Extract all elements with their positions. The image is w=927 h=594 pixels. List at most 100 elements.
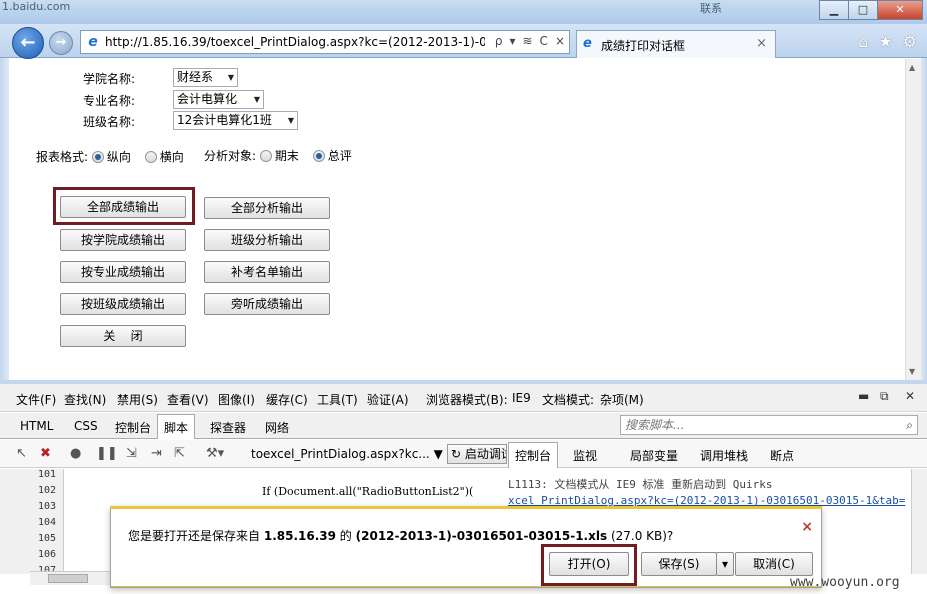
step-out-icon[interactable]: ⇱: [174, 446, 185, 461]
clear-icon[interactable]: ✖: [40, 446, 51, 461]
step-into-icon[interactable]: ⇲: [126, 446, 137, 461]
dialog-accent-line: [110, 506, 822, 509]
menu-validate[interactable]: 验证(A): [367, 391, 409, 408]
scroll-up-icon[interactable]: ▲: [909, 63, 915, 72]
subtab-watch[interactable]: 监视: [573, 447, 597, 464]
all-scores-button[interactable]: 全部成绩输出: [60, 196, 186, 218]
menu-images[interactable]: 图像(I): [218, 391, 255, 408]
menu-cache[interactable]: 缓存(C): [266, 391, 308, 408]
tab-css[interactable]: CSS: [74, 419, 98, 433]
compat-view-icon[interactable]: ≋: [522, 34, 532, 48]
question-mid: 的: [339, 529, 352, 543]
menu-browser-mode[interactable]: 浏览器模式(B):: [426, 391, 508, 408]
dialog-close-icon[interactable]: ×: [801, 519, 813, 535]
audit-scores-button[interactable]: 旁听成绩输出: [204, 293, 330, 315]
tab-ie-icon: e: [583, 36, 592, 51]
close-window-button[interactable]: ✕: [877, 0, 923, 20]
line-number: 106: [38, 549, 57, 560]
subtab-console[interactable]: 控制台: [508, 442, 559, 468]
console-message: L1113: 文档模式从 IE9 标准 重新启动到 Quirks: [508, 478, 773, 491]
radio-landscape[interactable]: [144, 151, 157, 163]
college-select[interactable]: 财经系 ▼: [173, 68, 238, 87]
by-college-scores-button[interactable]: 按学院成绩输出: [60, 229, 186, 251]
maximize-button[interactable]: □: [848, 0, 878, 20]
class-analysis-button[interactable]: 班级分析输出: [204, 229, 330, 251]
step-over-icon[interactable]: ⇥: [151, 446, 162, 461]
browser-right-tools: ⌂ ★ ⚙: [858, 32, 917, 51]
refresh-icon[interactable]: C: [540, 34, 548, 48]
hscroll-thumb[interactable]: [48, 574, 88, 583]
radio-total-label[interactable]: 总评: [328, 149, 352, 163]
script-search-input[interactable]: 搜索脚本... ⌕: [620, 415, 918, 435]
minimize-button[interactable]: ▁: [819, 0, 849, 20]
close-button[interactable]: 关 闭: [60, 325, 186, 347]
chevron-down-icon[interactable]: ▾: [509, 34, 515, 48]
pause-icon[interactable]: ❚❚: [96, 446, 118, 461]
chevron-down-icon: ▼: [227, 73, 234, 82]
continue-icon[interactable]: ●: [70, 446, 81, 461]
forward-button[interactable]: →: [49, 31, 73, 55]
radio-landscape-label[interactable]: 横向: [160, 150, 184, 164]
radio-portrait-label[interactable]: 纵向: [107, 150, 131, 164]
address-bar[interactable]: e http://1.85.16.39/toexcel_PrintDialog.…: [80, 30, 570, 54]
download-size: (27.0 KB)?: [610, 529, 674, 543]
search-icon[interactable]: ⌕: [906, 416, 913, 434]
radio-final-label[interactable]: 期末: [275, 149, 299, 163]
menu-tools[interactable]: 工具(T): [317, 391, 358, 408]
gear-icon[interactable]: ⚙: [903, 32, 917, 51]
document-mode-value[interactable]: 杂项(M): [600, 391, 644, 408]
radio-final[interactable]: [259, 150, 272, 162]
open-button[interactable]: 打开(O): [549, 552, 629, 576]
radio-total[interactable]: [312, 150, 325, 162]
major-select-value: 会计电算化: [177, 92, 238, 106]
subtab-locals[interactable]: 局部变量: [630, 447, 678, 464]
tab-close-icon[interactable]: ×: [756, 36, 767, 51]
home-icon[interactable]: ⌂: [858, 32, 868, 51]
tools-wrench-icon[interactable]: ⚒▾: [206, 446, 224, 461]
menu-document-mode[interactable]: 文档模式:: [542, 391, 594, 408]
class-select[interactable]: 12会计电算化1班 ▼: [173, 111, 298, 130]
makeup-list-button[interactable]: 补考名单输出: [204, 261, 330, 283]
browser-mode-value[interactable]: IE9: [512, 391, 531, 405]
devtools-close-icon[interactable]: ✕: [905, 389, 915, 403]
subtab-call-stack[interactable]: 调用堆栈: [700, 447, 748, 464]
devtools-menubar: 文件(F) 查找(N) 禁用(S) 查看(V) 图像(I) 缓存(C) 工具(T…: [0, 384, 927, 412]
browser-tab[interactable]: e 成绩打印对话框 ×: [576, 30, 776, 58]
save-options-button[interactable]: ▾: [716, 552, 734, 576]
start-debugging-button[interactable]: ↻ 启动调试: [447, 444, 507, 464]
line-number: 101: [38, 469, 57, 480]
major-select[interactable]: 会计电算化 ▼: [173, 90, 264, 109]
cancel-button[interactable]: 取消(C): [735, 552, 813, 576]
menu-view[interactable]: 查看(V): [167, 391, 209, 408]
all-analysis-button[interactable]: 全部分析输出: [204, 197, 330, 219]
tab-html[interactable]: HTML: [20, 419, 53, 433]
stop-icon[interactable]: ×: [555, 34, 565, 48]
console-scrollbar[interactable]: [911, 469, 927, 574]
devtools-minimize-icon[interactable]: ▬: [858, 389, 869, 403]
favorites-star-icon[interactable]: ★: [878, 32, 892, 51]
tab-script[interactable]: 脚本: [157, 414, 196, 439]
by-class-scores-button[interactable]: 按班级成绩输出: [60, 293, 186, 315]
back-button[interactable]: ←: [12, 27, 44, 59]
save-button[interactable]: 保存(S): [641, 552, 717, 576]
start-debug-label: 启动调试: [464, 447, 506, 461]
tab-console[interactable]: 控制台: [115, 419, 151, 436]
college-select-value: 财经系: [177, 70, 214, 84]
search-icon[interactable]: ρ: [495, 34, 503, 48]
select-element-icon[interactable]: ↖: [16, 446, 27, 461]
tab-network[interactable]: 网络: [265, 419, 289, 436]
address-url[interactable]: http://1.85.16.39/toexcel_PrintDialog.as…: [105, 35, 485, 49]
devtools-undock-icon[interactable]: ⧉: [880, 389, 889, 404]
address-tools: ρ ▾ ≋ C ×: [495, 34, 565, 48]
menu-file[interactable]: 文件(F): [16, 391, 56, 408]
tab-profiler[interactable]: 探查器: [210, 419, 246, 436]
scroll-down-icon[interactable]: ▼: [909, 367, 915, 376]
page-scrollbar[interactable]: ▲ ▼: [905, 59, 921, 380]
menu-find[interactable]: 查找(N): [64, 391, 106, 408]
radio-portrait[interactable]: [91, 151, 104, 163]
script-file-select[interactable]: toexcel_PrintDialog.aspx?kc... ▼: [251, 447, 443, 461]
by-major-scores-button[interactable]: 按专业成绩输出: [60, 261, 186, 283]
tab-title: 成绩打印对话框: [601, 39, 686, 53]
subtab-breakpoints[interactable]: 断点: [770, 447, 794, 464]
menu-disable[interactable]: 禁用(S): [117, 391, 158, 408]
